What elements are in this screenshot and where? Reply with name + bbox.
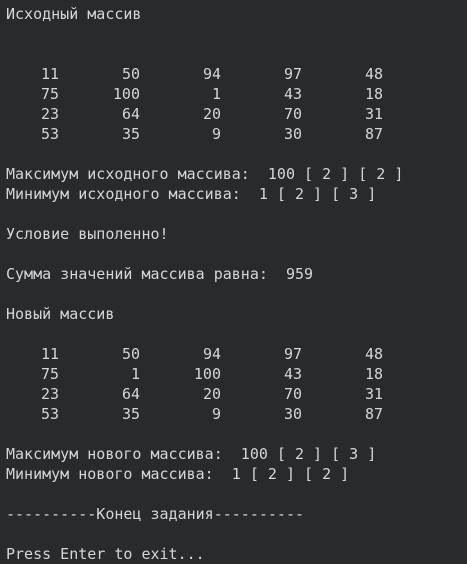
original-array-title: Исходный массив bbox=[6, 5, 142, 23]
matrix-cell: 87 bbox=[364, 125, 383, 143]
matrix-cell: 53 bbox=[40, 125, 59, 143]
matrix-cell: 64 bbox=[121, 385, 140, 403]
new-array-matrix: 11 50 94 97 48 75 1 100 43 18 23 64 20 7… bbox=[6, 344, 383, 424]
sum-line: Сумма значений массива равна: 959 bbox=[6, 265, 314, 283]
matrix-cell: 11 bbox=[40, 65, 59, 83]
original-max-line: Максимум исходного массива: 100 [ 2 ] [ … bbox=[6, 165, 404, 183]
matrix-cell: 11 bbox=[40, 345, 59, 363]
matrix-cell: 100 bbox=[112, 85, 140, 103]
matrix-cell: 50 bbox=[121, 345, 140, 363]
matrix-cell: 20 bbox=[202, 385, 221, 403]
matrix-cell: 87 bbox=[364, 405, 383, 423]
matrix-cell: 9 bbox=[211, 125, 221, 143]
matrix-cell: 31 bbox=[364, 385, 383, 403]
task-end-line: ----------Конец задания---------- bbox=[6, 505, 305, 523]
matrix-cell: 23 bbox=[40, 105, 59, 123]
matrix-cell: 75 bbox=[40, 365, 59, 383]
matrix-cell: 31 bbox=[364, 105, 383, 123]
condition-line: Условие выполенно! bbox=[6, 225, 169, 243]
matrix-cell: 43 bbox=[283, 85, 302, 103]
matrix-cell: 1 bbox=[211, 85, 221, 103]
new-array-title: Новый массив bbox=[6, 305, 115, 323]
matrix-cell: 35 bbox=[121, 405, 140, 423]
new-min-line: Минимум нового массива: 1 [ 2 ] [ 2 ] bbox=[6, 465, 350, 483]
matrix-cell: 1 bbox=[130, 365, 140, 383]
matrix-cell: 35 bbox=[121, 125, 140, 143]
matrix-cell: 97 bbox=[283, 65, 302, 83]
matrix-cell: 30 bbox=[283, 405, 302, 423]
matrix-cell: 70 bbox=[283, 105, 302, 123]
new-max-line: Максимум нового массива: 100 [ 2 ] [ 3 ] bbox=[6, 445, 377, 463]
console-window: Исходный массив 11 50 94 97 48 75 100 1 … bbox=[0, 0, 467, 564]
matrix-cell: 20 bbox=[202, 105, 221, 123]
matrix-cell: 18 bbox=[364, 365, 383, 383]
matrix-cell: 30 bbox=[283, 125, 302, 143]
matrix-cell: 94 bbox=[202, 345, 221, 363]
matrix-cell: 23 bbox=[40, 385, 59, 403]
matrix-cell: 43 bbox=[283, 365, 302, 383]
matrix-cell: 70 bbox=[283, 385, 302, 403]
matrix-cell: 75 bbox=[40, 85, 59, 103]
original-min-line: Минимум исходного массива: 1 [ 2 ] [ 3 ] bbox=[6, 185, 377, 203]
exit-prompt-line: Press Enter to exit... bbox=[6, 545, 205, 563]
original-array-matrix: 11 50 94 97 48 75 100 1 43 18 23 64 20 7… bbox=[6, 64, 383, 144]
matrix-cell: 50 bbox=[121, 65, 140, 83]
matrix-cell: 94 bbox=[202, 65, 221, 83]
matrix-cell: 48 bbox=[364, 345, 383, 363]
matrix-cell: 48 bbox=[364, 65, 383, 83]
matrix-cell: 18 bbox=[364, 85, 383, 103]
matrix-cell: 53 bbox=[40, 405, 59, 423]
matrix-cell: 9 bbox=[211, 405, 221, 423]
matrix-cell: 64 bbox=[121, 105, 140, 123]
matrix-cell: 100 bbox=[193, 365, 221, 383]
matrix-cell: 97 bbox=[283, 345, 302, 363]
